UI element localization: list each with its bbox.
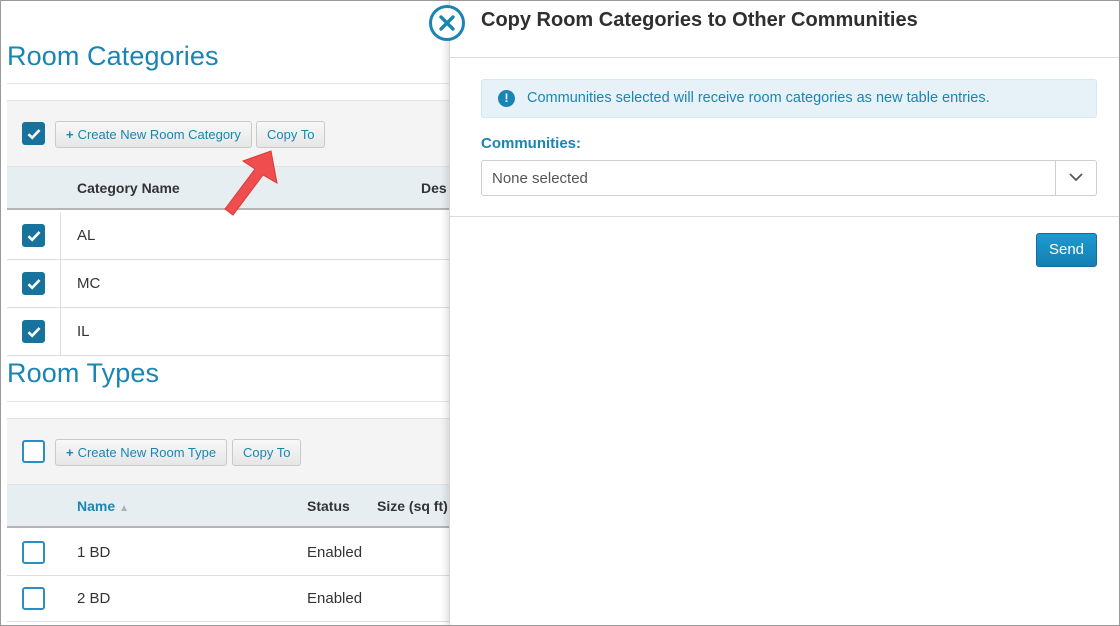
room-types-heading: Room Types bbox=[7, 358, 160, 388]
copy-categories-button[interactable]: Copy To bbox=[256, 121, 326, 148]
checkmark-icon bbox=[27, 231, 41, 242]
row-checkbox[interactable] bbox=[22, 272, 45, 295]
dropdown-toggle[interactable] bbox=[1055, 161, 1096, 195]
communities-select-value: None selected bbox=[492, 170, 588, 187]
panel-title: Copy Room Categories to Other Communitie… bbox=[481, 9, 918, 31]
table-row: 2 BD Enabled bbox=[7, 576, 449, 622]
sort-icon: ▲︎ bbox=[119, 503, 130, 514]
row-checkbox[interactable] bbox=[22, 541, 45, 564]
room-types-table-header: Name ▲︎ Status Size (sq ft) bbox=[7, 484, 449, 528]
category-name-cell: AL bbox=[77, 227, 96, 244]
exclamation-icon: ! bbox=[498, 90, 515, 107]
send-button[interactable]: Send bbox=[1036, 233, 1097, 267]
info-alert-text: Communities selected will receive room c… bbox=[527, 90, 990, 106]
divider bbox=[7, 83, 449, 84]
col-size[interactable]: Size (sq ft) bbox=[377, 498, 448, 514]
room-settings-page: Room Categories + Create New Room Categor… bbox=[1, 1, 449, 625]
close-icon bbox=[439, 15, 455, 31]
row-checkbox[interactable] bbox=[22, 320, 45, 343]
room-categories-heading: Room Categories bbox=[7, 41, 219, 71]
row-checkbox[interactable] bbox=[22, 224, 45, 247]
checkmark-icon bbox=[27, 279, 41, 290]
create-room-category-label: Create New Room Category bbox=[77, 127, 241, 142]
create-room-type-label: Create New Room Type bbox=[77, 445, 217, 460]
close-panel-button[interactable] bbox=[429, 5, 465, 41]
col-category-name[interactable]: Category Name bbox=[77, 180, 180, 196]
copy-room-categories-panel: Copy Room Categories to Other Communitie… bbox=[449, 1, 1119, 625]
annotation-arrow-icon bbox=[224, 150, 278, 216]
divider bbox=[7, 401, 449, 402]
room-type-name-cell: 2 BD bbox=[77, 590, 111, 607]
copy-room-types-button[interactable]: Copy To bbox=[232, 439, 302, 466]
col-name-label: Name bbox=[77, 498, 116, 514]
table-row: 1 BD Enabled bbox=[7, 530, 449, 576]
col-name[interactable]: Name ▲︎ bbox=[77, 498, 129, 514]
table-row: MC bbox=[7, 260, 449, 308]
create-room-category-button[interactable]: + Create New Room Category bbox=[55, 121, 252, 148]
room-type-name-cell: 1 BD bbox=[77, 544, 111, 561]
plus-icon: + bbox=[66, 445, 74, 460]
category-name-cell: IL bbox=[77, 323, 90, 340]
checkmark-icon bbox=[27, 129, 41, 140]
create-room-type-button[interactable]: + Create New Room Type bbox=[55, 439, 228, 466]
select-all-room-types-checkbox[interactable] bbox=[22, 440, 45, 463]
screenshot-frame: Room Categories + Create New Room Categor… bbox=[0, 0, 1120, 626]
info-alert: ! Communities selected will receive room… bbox=[481, 79, 1097, 118]
select-all-categories-checkbox[interactable] bbox=[22, 122, 45, 145]
chevron-down-icon bbox=[1069, 173, 1083, 182]
room-types-toolbar: + Create New Room Type Copy To bbox=[7, 418, 449, 484]
checkmark-icon bbox=[27, 327, 41, 338]
category-name-cell: MC bbox=[77, 275, 101, 292]
row-checkbox[interactable] bbox=[22, 587, 45, 610]
divider bbox=[450, 216, 1119, 217]
col-description[interactable]: Des bbox=[421, 180, 447, 196]
table-row: IL bbox=[7, 308, 449, 356]
plus-icon: + bbox=[66, 127, 74, 142]
communities-select[interactable]: None selected bbox=[481, 160, 1097, 196]
col-status[interactable]: Status bbox=[307, 498, 350, 514]
room-type-status-cell: Enabled bbox=[307, 544, 363, 561]
room-type-status-cell: Enabled bbox=[307, 590, 363, 607]
communities-label: Communities: bbox=[481, 135, 582, 152]
divider bbox=[450, 57, 1119, 58]
